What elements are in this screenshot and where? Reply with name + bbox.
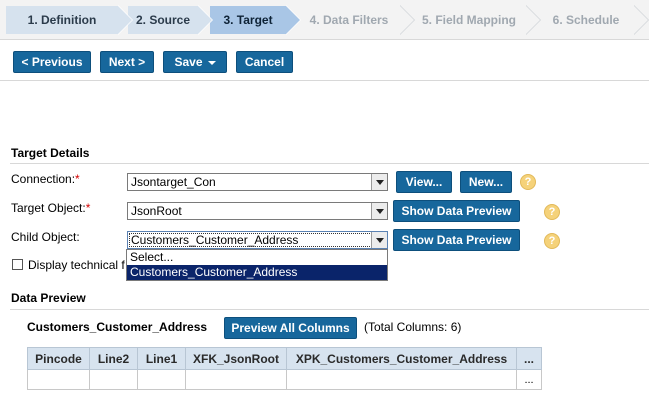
help-icon[interactable]: ?: [544, 233, 560, 249]
target-object-label-text: Target Object:: [11, 201, 86, 215]
preview-all-columns-button[interactable]: Preview All Columns: [224, 317, 357, 339]
connection-label: Connection:*: [11, 172, 80, 186]
table-cell: [27, 369, 90, 390]
table-header-row: Pincode Line2 Line1 XFK_JsonRoot XPK_Cus…: [27, 347, 543, 370]
table-cell: [89, 369, 138, 390]
table-cell: [286, 369, 518, 390]
data-preview-divider: [10, 309, 649, 310]
step-label: 1. Definition: [27, 13, 97, 27]
dropdown-option[interactable]: Select...: [127, 250, 387, 265]
save-label: Save: [174, 55, 203, 69]
table-cell: [137, 369, 186, 390]
table-cell: ...: [516, 369, 543, 390]
target-details-title: Target Details: [11, 146, 90, 160]
next-button[interactable]: Next >: [100, 51, 154, 73]
connection-select-value: Jsontarget_Con: [131, 175, 216, 189]
connection-label-text: Connection:: [11, 172, 76, 186]
column-header[interactable]: Line1: [137, 347, 186, 370]
required-mark: *: [85, 201, 91, 215]
dropdown-arrow-icon[interactable]: [371, 174, 387, 190]
cancel-button[interactable]: Cancel: [236, 51, 293, 73]
display-technical-label: Display technical f: [28, 258, 125, 272]
dropdown-arrow-icon[interactable]: [371, 232, 387, 248]
show-data-preview-child-button[interactable]: Show Data Preview: [393, 229, 520, 251]
step-schedule[interactable]: 6. Schedule: [538, 5, 649, 35]
target-object-select-value: JsonRoot: [131, 204, 182, 218]
show-data-preview-button[interactable]: Show Data Preview: [393, 200, 520, 222]
column-header[interactable]: ...: [516, 347, 543, 370]
dropdown-arrow-icon[interactable]: [371, 203, 387, 219]
table-row: ...: [27, 369, 543, 390]
child-object-dropdown-list: Select... Customers_Customer_Address: [126, 249, 388, 281]
table-cell: [184, 369, 288, 390]
step-field-mapping[interactable]: 5. Field Mapping: [412, 5, 541, 35]
step-label: 6. Schedule: [552, 13, 620, 27]
column-header[interactable]: XPK_Customers_Customer_Address: [286, 347, 518, 370]
dropdown-option-selected[interactable]: Customers_Customer_Address: [127, 265, 387, 280]
step-data-filters[interactable]: 4. Data Filters: [298, 5, 415, 35]
step-source[interactable]: 2. Source: [128, 5, 213, 35]
target-object-select[interactable]: JsonRoot: [127, 202, 388, 220]
child-object-label: Child Object:: [11, 230, 80, 244]
target-details-divider: [10, 163, 649, 164]
data-preview-table: Pincode Line2 Line1 XFK_JsonRoot XPK_Cus…: [27, 347, 543, 390]
preview-object-name: Customers_Customer_Address: [27, 320, 208, 334]
help-icon[interactable]: ?: [520, 174, 536, 190]
step-label: 3. Target: [223, 13, 273, 27]
total-columns-text: (Total Columns: 6): [364, 320, 462, 334]
step-label: 2. Source: [135, 13, 191, 27]
column-header[interactable]: Pincode: [27, 347, 90, 370]
previous-button[interactable]: < Previous: [13, 51, 91, 73]
display-technical-checkbox[interactable]: [12, 259, 23, 270]
child-object-select-value: Customers_Customer_Address: [131, 233, 299, 247]
save-button[interactable]: Save: [163, 51, 227, 73]
view-connection-button[interactable]: View...: [396, 171, 452, 193]
child-object-select[interactable]: Customers_Customer_Address: [127, 231, 388, 249]
required-mark: *: [75, 172, 80, 186]
chevron-down-icon: [207, 60, 216, 65]
step-label: 5. Field Mapping: [421, 13, 516, 27]
step-target[interactable]: 3. Target: [210, 5, 301, 35]
toolbar-divider: [0, 80, 649, 81]
data-preview-title: Data Preview: [11, 291, 86, 305]
step-definition[interactable]: 1. Definition: [6, 5, 133, 35]
column-header[interactable]: XFK_JsonRoot: [184, 347, 288, 370]
wizard-steps: 1. Definition 2. Source 3. Target 4. Dat…: [0, 0, 649, 40]
help-icon[interactable]: ?: [544, 204, 560, 220]
step-label: 4. Data Filters: [309, 13, 389, 27]
column-header[interactable]: Line2: [89, 347, 138, 370]
connection-select[interactable]: Jsontarget_Con: [127, 173, 388, 191]
target-object-label: Target Object:*: [11, 201, 90, 215]
new-connection-button[interactable]: New...: [460, 171, 512, 193]
